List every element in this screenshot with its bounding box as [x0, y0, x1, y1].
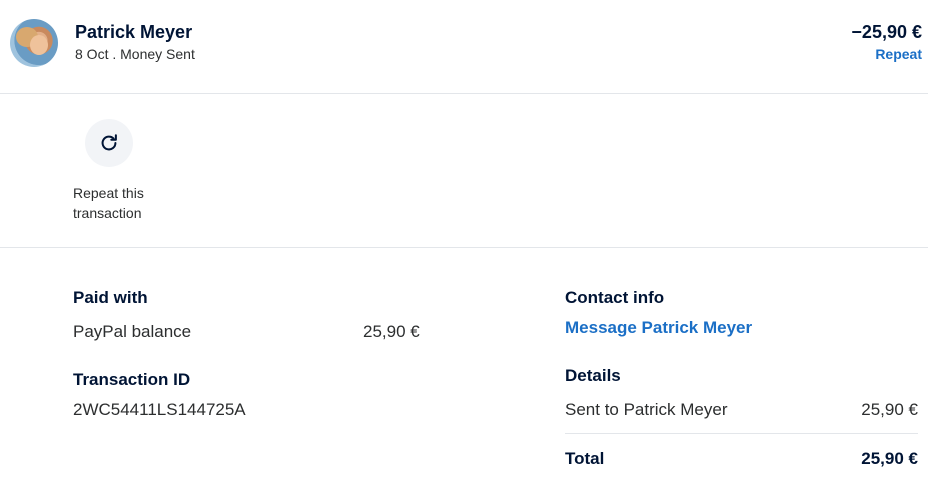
recipient-name: Patrick Meyer	[75, 22, 193, 42]
contact-info-heading: Contact info	[565, 288, 665, 307]
transaction-subtitle: 8 Oct . Money Sent	[75, 46, 195, 62]
details-heading: Details	[565, 366, 621, 385]
refresh-icon	[101, 134, 117, 151]
payment-amount: 25,90 €	[363, 322, 420, 341]
sent-to-label: Sent to Patrick Meyer	[565, 400, 728, 419]
total-label: Total	[565, 449, 605, 468]
total-amount: 25,90 €	[861, 449, 918, 468]
transaction-id-heading: Transaction ID	[73, 370, 191, 389]
repeat-transaction-button[interactable]	[85, 119, 133, 167]
message-contact-link[interactable]: Message Patrick Meyer	[565, 318, 752, 338]
avatar	[10, 19, 58, 67]
payment-method: PayPal balance	[73, 322, 192, 341]
transaction-id: 2WC54411LS144725A	[73, 400, 246, 419]
sent-amount: 25,90 €	[861, 400, 918, 419]
repeat-label-line1: Repeat this	[73, 185, 144, 201]
actions-section: Repeat this transaction	[0, 94, 928, 248]
transaction-header: Patrick Meyer 8 Oct . Money Sent −25,90 …	[0, 0, 928, 94]
avatar-face	[30, 35, 48, 55]
details-divider	[565, 433, 918, 434]
transaction-amount: −25,90 €	[851, 22, 922, 42]
paid-with-heading: Paid with	[73, 288, 148, 307]
repeat-label-line2: transaction	[73, 205, 142, 221]
repeat-link[interactable]: Repeat	[875, 46, 922, 62]
repeat-transaction-label[interactable]: Repeat this transaction	[73, 183, 183, 223]
